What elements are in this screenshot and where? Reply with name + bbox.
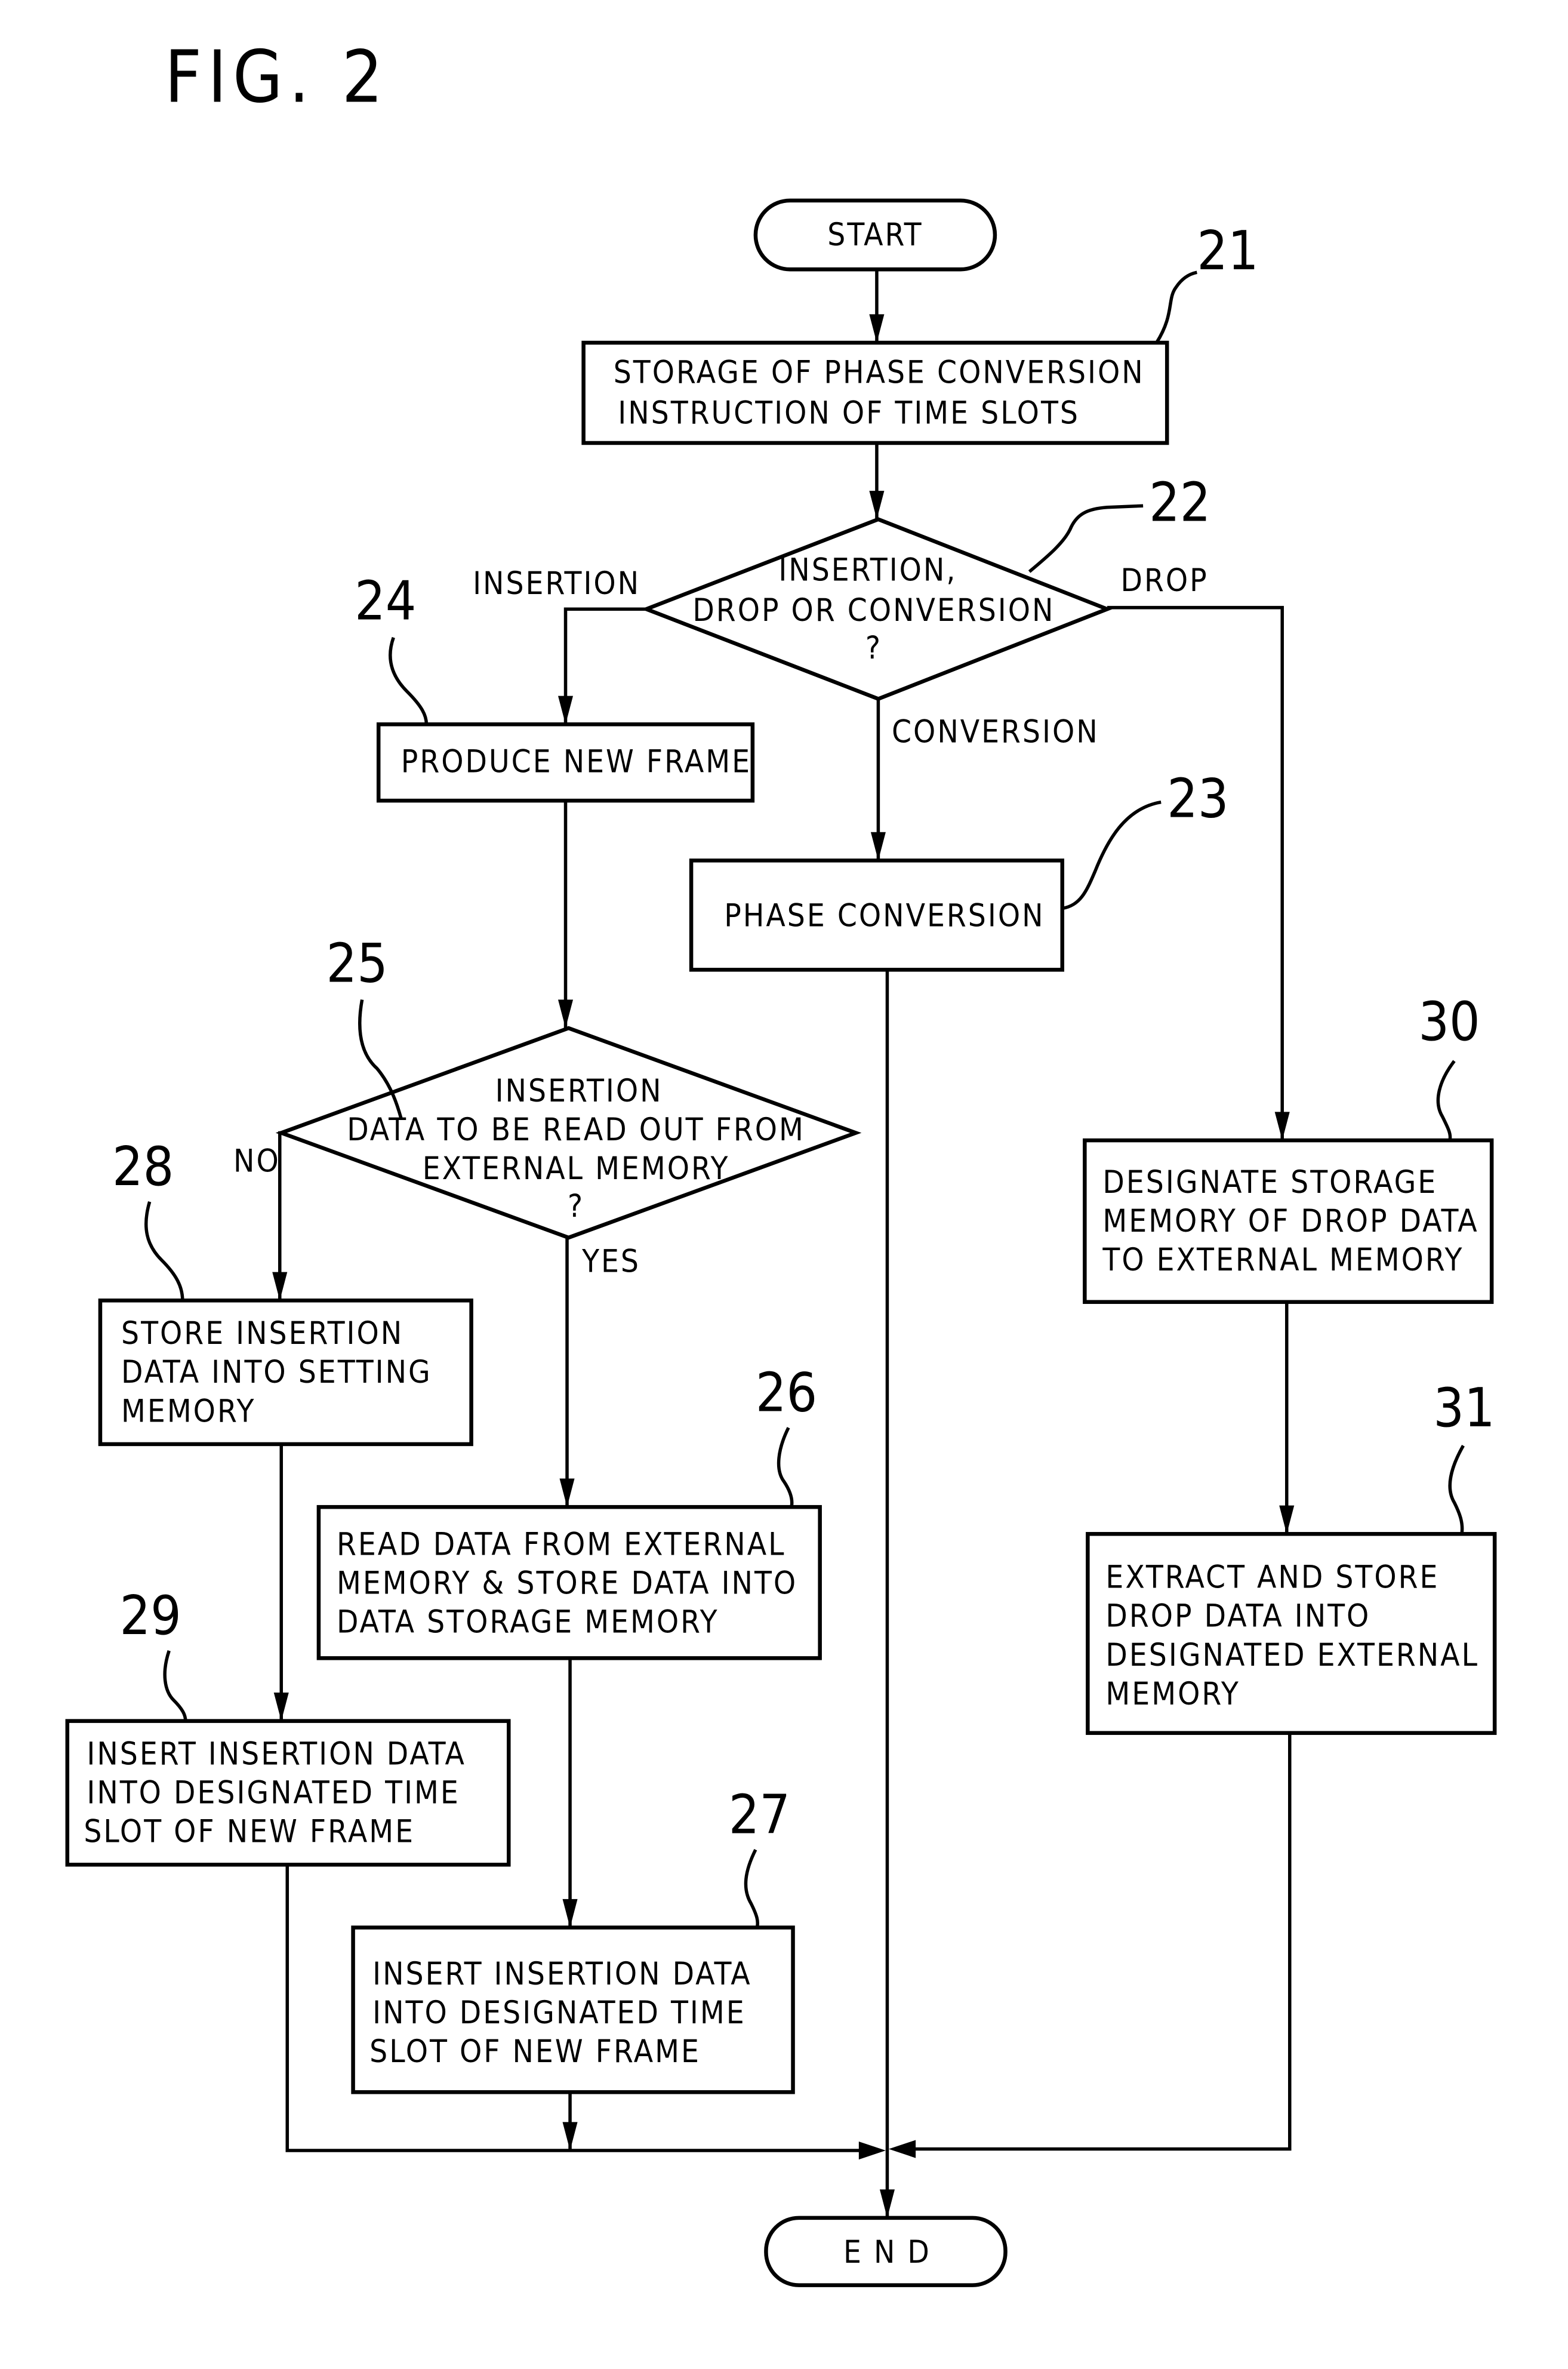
leader-line-31: [1448, 1445, 1465, 1534]
leader-line-24: [389, 636, 429, 725]
step-31-line-1: EXTRACT AND STORE: [1105, 1559, 1439, 1596]
ref-number-25: 25: [326, 932, 387, 995]
step-22-line-3: ?: [865, 630, 882, 666]
step-21-line-1: STORAGE OF PHASE CONVERSION: [614, 355, 1145, 391]
branch-label-no: NO: [233, 1143, 281, 1180]
branch-label-drop: DROP: [1121, 562, 1209, 599]
arrowhead-into-22: [869, 491, 885, 519]
arrowhead-into-29: [273, 1693, 289, 1721]
step-26-line-2: MEMORY & STORE DATA INTO: [337, 1565, 797, 1602]
ref-number-27: 27: [729, 1784, 790, 1847]
step-28-line-3: MEMORY: [121, 1393, 255, 1429]
step-27-line-2: INTO DESIGNATED TIME: [372, 1995, 746, 2031]
ref-number-29: 29: [120, 1585, 181, 1647]
ref-number-31: 31: [1433, 1377, 1495, 1439]
step-22-decision: INSERTION, DROP OR CONVERSION ?: [640, 517, 1113, 702]
step-26-line-1: READ DATA FROM EXTERNAL: [337, 1526, 785, 1562]
step-30-box: DESIGNATE STORAGE MEMORY OF DROP DATA TO…: [1083, 1138, 1494, 1305]
arrowhead-into-28: [272, 1272, 288, 1301]
ref-number-26: 26: [756, 1362, 817, 1425]
step-30-line-3: TO EXTERNAL MEMORY: [1102, 1242, 1464, 1278]
step-21-line-2: INSTRUCTION OF TIME SLOTS: [618, 395, 1080, 431]
arrowhead-into-27: [562, 1899, 578, 1928]
step-22-line-2: DROP OR CONVERSION: [692, 592, 1055, 629]
step-25-line-2: DATA TO BE READ OUT FROM: [347, 1112, 805, 1148]
leader-line-23: [1062, 800, 1162, 910]
step-24-box: PRODUCE NEW FRAME: [376, 722, 755, 803]
end-terminal: E N D: [764, 2216, 1008, 2287]
step-31-box: EXTRACT AND STORE DROP DATA INTO DESIGNA…: [1086, 1532, 1497, 1735]
branch-label-insertion: INSERTION: [473, 565, 640, 602]
step-28-line-1: STORE INSERTION: [121, 1315, 403, 1352]
step-29-line-1: INSERT INSERTION DATA: [87, 1736, 466, 1772]
leader-line-21: [1155, 270, 1197, 344]
step-22-line-1: INSERTION,: [778, 552, 957, 589]
step-26-line-3: DATA STORAGE MEMORY: [337, 1604, 719, 1641]
leader-line-27: [744, 1848, 760, 1928]
step-21-box: STORAGE OF PHASE CONVERSION INSTRUCTION …: [581, 340, 1169, 445]
step-27-line-1: INSERT INSERTION DATA: [372, 1956, 752, 1992]
arrowhead-into-21: [869, 314, 885, 343]
step-27-box: INSERT INSERTION DATA INTO DESIGNATED TI…: [351, 1925, 795, 2094]
arrowhead-merge-from-right: [888, 2140, 916, 2158]
step-31-line-2: DROP DATA INTO: [1105, 1598, 1370, 1635]
step-28-line-2: DATA INTO SETTING: [121, 1354, 432, 1390]
flowchart-canvas: FIG. 2 START STORAGE OF PHASE CONVERSION…: [65, 35, 1497, 2287]
step-26-box: READ DATA FROM EXTERNAL MEMORY & STORE D…: [316, 1505, 822, 1660]
ref-number-30: 30: [1418, 990, 1480, 1053]
step-25-line-1: INSERTION: [495, 1073, 663, 1109]
step-30-line-1: DESIGNATE STORAGE: [1102, 1164, 1437, 1201]
step-25-line-4: ?: [568, 1188, 584, 1225]
leader-line-30: [1436, 1060, 1456, 1141]
branch-label-conversion: CONVERSION: [892, 713, 1099, 750]
step-31-line-4: MEMORY: [1105, 1676, 1240, 1712]
arrowhead-27-to-merge: [562, 2122, 578, 2151]
arrowhead-into-26: [559, 1478, 575, 1507]
arrowhead-into-23: [870, 832, 886, 861]
arrowhead-into-24: [557, 696, 574, 725]
edge-22-to-24: [563, 607, 646, 725]
step-31-line-3: DESIGNATED EXTERNAL: [1105, 1637, 1479, 1673]
ref-number-28: 28: [112, 1136, 174, 1198]
arrowhead-into-25: [557, 999, 574, 1029]
edge-31-to-merge: [898, 1733, 1292, 2151]
step-28-box: STORE INSERTION DATA INTO SETTING MEMORY: [98, 1299, 473, 1447]
step-30-line-2: MEMORY OF DROP DATA: [1102, 1203, 1478, 1239]
arrowhead-into-31: [1279, 1505, 1295, 1534]
step-29-line-2: INTO DESIGNATED TIME: [87, 1774, 460, 1811]
arrowhead-merge-from-left: [858, 2141, 886, 2160]
ref-number-22: 22: [1149, 471, 1210, 534]
step-24-line-1: PRODUCE NEW FRAME: [401, 743, 751, 780]
edge-22-to-30: [1107, 605, 1284, 1141]
ref-number-21: 21: [1197, 220, 1258, 282]
step-29-line-3: SLOT OF NEW FRAME: [84, 1814, 415, 1850]
figure-title: FIG. 2: [165, 35, 389, 119]
step-23-box: PHASE CONVERSION: [689, 859, 1065, 972]
leader-line-26: [777, 1427, 794, 1507]
end-label: E N D: [843, 2234, 931, 2270]
step-27-line-3: SLOT OF NEW FRAME: [369, 2033, 701, 2070]
leader-line-28: [144, 1201, 184, 1301]
start-terminal: START: [753, 198, 997, 272]
branch-label-yes: YES: [581, 1244, 640, 1280]
start-label: START: [827, 217, 923, 253]
ref-number-24: 24: [355, 570, 416, 633]
arrowhead-into-end: [879, 2189, 895, 2218]
leader-line-29: [163, 1650, 187, 1721]
ref-number-23: 23: [1167, 768, 1228, 830]
leader-line-22: [1028, 504, 1144, 573]
step-29-box: INSERT INSERTION DATA INTO DESIGNATED TI…: [65, 1719, 511, 1867]
arrowhead-into-30: [1274, 1112, 1290, 1141]
step-25-line-3: EXTERNAL MEMORY: [423, 1150, 730, 1187]
step-23-line-1: PHASE CONVERSION: [724, 898, 1045, 934]
